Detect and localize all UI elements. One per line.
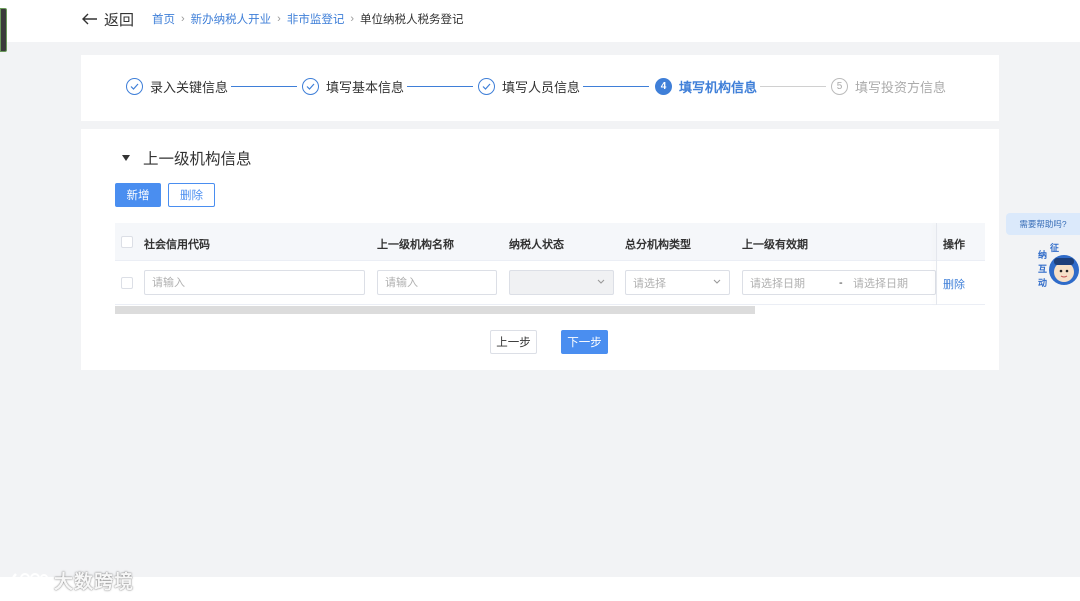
org-info-card: 上一级机构信息 新增 删除 社会信用代码 上一级机构名称 纳税人状态 总分机构类… xyxy=(81,129,999,370)
step-connector xyxy=(583,86,649,87)
step-5: 5 填写投资方信息 xyxy=(831,77,946,95)
step-2: 填写基本信息 xyxy=(302,77,404,95)
column-header: 操作 xyxy=(943,239,965,251)
watermark-text: 大数跨境 xyxy=(54,572,135,593)
column-header: 上一级有效期 xyxy=(742,239,808,251)
section-header[interactable]: 上一级机构信息 xyxy=(122,147,252,169)
row-delete-link[interactable]: 删除 xyxy=(943,276,965,292)
add-button[interactable]: 新增 xyxy=(115,183,161,207)
step-label: 填写机构信息 xyxy=(679,79,758,95)
column-header: 总分机构类型 xyxy=(625,239,691,251)
breadcrumb: 首页 › 新办纳税人开业 › 非市监登记 › 单位纳税人税务登记 xyxy=(152,11,464,27)
back-label: 返回 xyxy=(104,11,135,29)
help-bubble[interactable]: 需要帮助吗? xyxy=(1006,213,1080,235)
step-3: 填写人员信息 xyxy=(478,77,580,95)
step-connector xyxy=(407,86,473,87)
date-end[interactable]: 请选择日期 xyxy=(853,275,908,291)
credit-code-input[interactable] xyxy=(144,270,365,295)
validity-date-range[interactable]: 请选择日期 - 请选择日期 xyxy=(742,270,936,295)
breadcrumb-separator-icon: › xyxy=(181,13,185,25)
mascot-text: 纳 xyxy=(1038,249,1047,260)
column-header: 上一级机构名称 xyxy=(377,239,454,251)
step-label: 录入关键信息 xyxy=(150,79,229,95)
section-title: 上一级机构信息 xyxy=(143,151,252,168)
next-step-button[interactable]: 下一步 xyxy=(561,330,608,354)
mascot-icon[interactable]: 纳 互 动 征 xyxy=(1036,242,1080,294)
fixed-column-divider xyxy=(936,223,937,305)
step-connector xyxy=(231,86,297,87)
table-header: 社会信用代码 上一级机构名称 纳税人状态 总分机构类型 上一级有效期 操作 xyxy=(115,223,985,261)
breadcrumb-separator-icon: › xyxy=(350,13,355,25)
column-header: 纳税人状态 xyxy=(509,239,564,251)
back-button[interactable]: 返回 xyxy=(82,9,134,29)
step-number: 4 xyxy=(655,77,672,95)
check-icon xyxy=(302,77,319,95)
breadcrumb-non-market[interactable]: 非市监登记 xyxy=(287,11,345,27)
step-label: 填写人员信息 xyxy=(502,79,581,95)
branch-type-select[interactable]: 请选择 xyxy=(625,270,730,295)
row-checkbox[interactable] xyxy=(121,277,133,289)
step-connector xyxy=(760,86,826,87)
table-row: 请选择 请选择日期 - 请选择日期 删除 xyxy=(115,261,985,305)
chevron-down-icon xyxy=(597,279,605,284)
date-separator: - xyxy=(839,276,843,289)
watermark-logo-icon xyxy=(11,572,48,589)
check-icon xyxy=(126,77,143,95)
breadcrumb-current: 单位纳税人税务登记 xyxy=(360,14,464,26)
footer-bar xyxy=(0,577,1080,601)
side-tab-icon[interactable] xyxy=(0,8,7,52)
horizontal-scrollbar[interactable] xyxy=(115,306,755,314)
date-start[interactable]: 请选择日期 xyxy=(750,275,805,291)
prev-step-button[interactable]: 上一步 xyxy=(490,330,537,354)
mascot-text: 征 xyxy=(1050,242,1059,253)
step-progress: 录入关键信息 填写基本信息 填写人员信息 4 填写机构信息 5 填写投资方信息 xyxy=(81,55,999,121)
step-number: 5 xyxy=(831,77,848,95)
step-4: 4 填写机构信息 xyxy=(655,77,757,95)
step-label: 填写投资方信息 xyxy=(855,79,947,95)
breadcrumb-new-taxpayer[interactable]: 新办纳税人开业 xyxy=(191,11,272,27)
taxpayer-status-select[interactable] xyxy=(509,270,614,295)
step-1: 录入关键信息 xyxy=(126,77,228,95)
delete-selected-button[interactable]: 删除 xyxy=(168,183,215,207)
column-header: 社会信用代码 xyxy=(144,239,210,251)
org-name-input[interactable] xyxy=(377,270,497,295)
watermark: 大数跨境 xyxy=(8,567,134,594)
breadcrumb-separator-icon: › xyxy=(277,13,281,25)
mascot-text: 动 xyxy=(1038,278,1047,288)
caret-down-icon xyxy=(122,155,130,161)
chevron-down-icon xyxy=(713,279,721,284)
select-placeholder: 请选择 xyxy=(633,277,666,290)
select-all-checkbox[interactable] xyxy=(121,236,133,248)
breadcrumb-home[interactable]: 首页 xyxy=(152,11,175,27)
check-icon xyxy=(478,77,495,95)
arrow-left-icon xyxy=(82,13,97,25)
mascot-text: 互 xyxy=(1038,264,1047,274)
step-label: 填写基本信息 xyxy=(326,79,405,95)
